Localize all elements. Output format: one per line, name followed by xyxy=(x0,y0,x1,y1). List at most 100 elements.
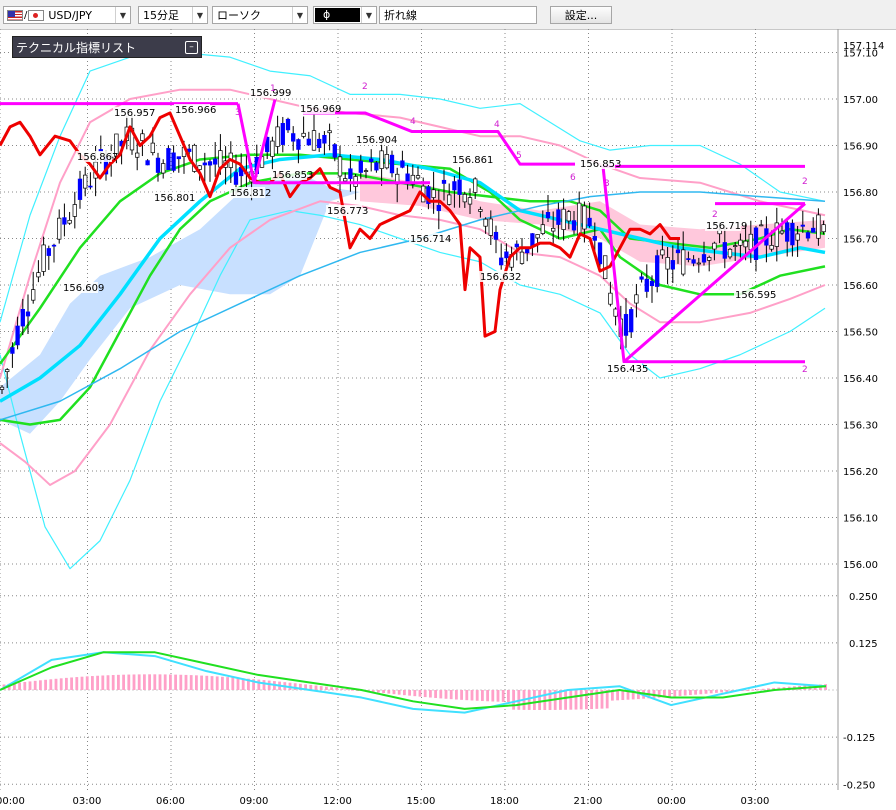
candle-body xyxy=(25,311,31,317)
osc-histogram-bar xyxy=(132,674,136,690)
y-tick-label: 156.90 xyxy=(843,142,878,153)
y-tick-label: 157.00 xyxy=(843,95,878,106)
price-label: 156.853 xyxy=(272,170,313,181)
y-tick-label: 156.40 xyxy=(843,374,878,385)
osc-histogram-bar xyxy=(418,690,422,697)
wave-number-label: 3 xyxy=(235,108,241,118)
osc-histogram-bar xyxy=(174,674,177,690)
candle-body xyxy=(566,211,571,222)
candle-body xyxy=(519,251,525,264)
osc-histogram-bar xyxy=(491,690,495,702)
indicator-list-panel[interactable]: テクニカル指標リスト – xyxy=(12,36,202,58)
osc-histogram-bar xyxy=(96,675,99,690)
candle-body xyxy=(301,132,306,137)
candle-body xyxy=(155,157,161,173)
candle-body xyxy=(332,144,337,158)
x-tick-label: 09:00 xyxy=(240,796,269,807)
current-price-label: 157.114 xyxy=(843,41,884,52)
candle-body xyxy=(785,222,790,242)
osc-histogram-bar xyxy=(189,675,193,690)
candle-body xyxy=(363,170,369,172)
candle-body xyxy=(571,220,577,231)
candle-body xyxy=(467,197,473,205)
candle-body xyxy=(400,160,405,168)
osc-histogram-bar xyxy=(429,690,432,698)
minimize-icon[interactable]: – xyxy=(185,40,198,54)
osc-histogram-bar xyxy=(590,690,593,710)
candle-body xyxy=(41,244,46,272)
candle-body xyxy=(743,240,748,248)
candle-body xyxy=(441,179,447,184)
price-label: 156.812 xyxy=(230,188,271,199)
osc-histogram-bar xyxy=(538,690,541,711)
candle-body xyxy=(384,154,389,169)
time-axis: 00:00 03:00 06:00 09:00 12:00 15:00 18:00 21:00… xyxy=(0,796,769,807)
osc-histogram-bar xyxy=(423,690,427,698)
wave-number-label: 1 xyxy=(270,84,276,94)
candle-body xyxy=(488,218,493,236)
osc-histogram-bar xyxy=(683,690,687,696)
candle-body xyxy=(483,218,488,227)
candle-body xyxy=(577,202,582,236)
candle-body xyxy=(525,248,530,254)
candle-body xyxy=(634,294,639,304)
osc-histogram-bar xyxy=(444,690,448,699)
candle-body xyxy=(280,123,285,145)
osc-histogram-bar xyxy=(408,690,411,696)
osc-histogram-bar xyxy=(585,690,588,710)
price-label: 156.969 xyxy=(300,104,341,115)
candle-body xyxy=(285,118,291,131)
candle-body xyxy=(504,251,509,259)
candle-body xyxy=(140,133,145,141)
price-label: 156.773 xyxy=(327,206,368,217)
price-label: 156.609 xyxy=(63,283,104,294)
candle-body xyxy=(592,236,597,241)
y-tick-label: 156.50 xyxy=(843,328,878,339)
x-tick-label: 03:00 xyxy=(73,796,102,807)
candle-body xyxy=(733,245,738,247)
price-label: 156.719 xyxy=(706,221,747,232)
candle-body xyxy=(722,242,727,259)
osc-histogram-bar xyxy=(210,676,214,690)
osc-histogram-bar xyxy=(387,690,391,694)
osc-histogram-bar xyxy=(470,690,474,701)
osc-histogram-bar xyxy=(579,690,583,710)
osc-histogram-bar xyxy=(85,676,89,690)
osc-histogram-bar xyxy=(751,689,755,691)
osc-histogram-bar xyxy=(158,674,162,690)
candle-body xyxy=(348,168,353,179)
candle-body xyxy=(0,386,5,390)
candle-body xyxy=(629,309,634,333)
candle-body xyxy=(608,292,613,305)
osc-histogram-bar xyxy=(75,677,79,690)
candle-body xyxy=(655,255,660,287)
candle-body xyxy=(769,245,774,250)
osc-histogram-bar xyxy=(709,690,713,694)
candle-body xyxy=(790,222,795,246)
candle-body xyxy=(707,257,712,261)
candle-body xyxy=(587,217,592,227)
price-label: 156.714 xyxy=(410,234,451,245)
osc-tick-label: 0.125 xyxy=(849,639,878,650)
osc-histogram-bar xyxy=(153,674,157,690)
osc-histogram-bar xyxy=(694,690,697,695)
candle-body xyxy=(436,205,441,212)
osc-histogram-bar xyxy=(501,690,505,702)
osc-histogram-bar xyxy=(559,690,562,710)
price-chart[interactable]: 156.999156.969156.957 156.966156.867156.8… xyxy=(0,0,896,810)
osc-histogram-bar xyxy=(486,690,489,702)
osc-histogram-bar xyxy=(65,677,68,690)
candle-body xyxy=(83,174,88,189)
candle-body xyxy=(535,234,540,239)
osc-histogram-bar xyxy=(221,676,224,690)
y-tick-label: 156.80 xyxy=(843,188,878,199)
osc-histogram-bar xyxy=(574,690,578,710)
osc-histogram-bar xyxy=(200,675,203,690)
candle-body xyxy=(296,139,301,150)
candle-body xyxy=(514,243,519,248)
candle-body xyxy=(681,249,686,275)
candle-body xyxy=(317,138,322,149)
osc-histogram-bar xyxy=(59,678,63,690)
cloud-area-1 xyxy=(0,173,360,434)
wave-number-label: 2 xyxy=(712,210,718,220)
